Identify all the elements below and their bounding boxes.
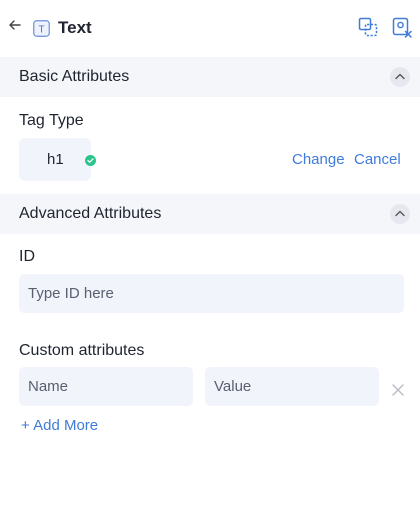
svg-text:T: T xyxy=(38,24,44,35)
cancel-link[interactable]: Cancel xyxy=(354,151,401,168)
remove-attribute-close-icon[interactable] xyxy=(391,383,405,397)
copy-element-icon[interactable] xyxy=(358,17,378,37)
panel-header: T Text xyxy=(0,0,420,56)
check-circle-icon xyxy=(85,153,96,166)
advanced-attributes-header[interactable]: Advanced Attributes xyxy=(0,194,420,234)
basic-attributes-header[interactable]: Basic Attributes xyxy=(0,57,420,97)
panel-title: Text xyxy=(58,18,92,37)
tag-type-value[interactable]: h1 xyxy=(19,138,96,181)
back-arrow-icon[interactable] xyxy=(8,18,22,32)
section-title: Basic Attributes xyxy=(19,68,130,85)
section-title: Advanced Attributes xyxy=(19,205,162,222)
text-badge-icon: T xyxy=(33,20,50,37)
close-panel-icon[interactable] xyxy=(392,17,413,38)
attribute-value-input[interactable] xyxy=(205,367,379,406)
attribute-name-input[interactable] xyxy=(19,367,193,406)
collapse-chevron-up-icon[interactable] xyxy=(390,67,410,87)
change-link[interactable]: Change xyxy=(292,151,345,168)
id-label: ID xyxy=(19,248,35,265)
id-input[interactable] xyxy=(19,274,404,313)
custom-attributes-label: Custom attributes xyxy=(19,342,145,359)
tag-value-text: h1 xyxy=(47,151,64,168)
collapse-chevron-up-icon[interactable] xyxy=(390,204,410,224)
add-more-link[interactable]: + Add More xyxy=(21,417,98,434)
tag-type-label: Tag Type xyxy=(19,112,84,129)
